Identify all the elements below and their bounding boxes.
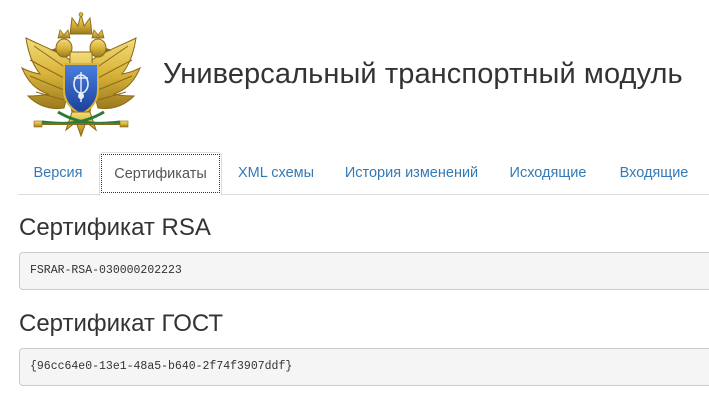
tab-incoming[interactable]: Входящие: [604, 152, 704, 195]
tab-xml-schemas-label: XML схемы: [237, 165, 315, 181]
tab-certificates[interactable]: Сертификаты: [99, 152, 222, 196]
page: Универсальный транспортный модуль Версия…: [0, 0, 709, 405]
rsa-certificate-value: FSRAR-RSA-030000202223: [19, 252, 709, 290]
page-title: Универсальный транспортный модуль: [163, 58, 683, 90]
tab-change-history-label: История изменений: [344, 165, 479, 181]
rsa-certificate-heading: Сертификат RSA: [19, 214, 211, 241]
tab-xml-schemas[interactable]: XML схемы: [224, 152, 328, 195]
tab-incoming-label: Входящие: [619, 165, 689, 181]
tab-change-history[interactable]: История изменений: [330, 152, 493, 195]
gost-certificate-value: {96cc64e0-13e1-48a5-b640-2f74f3907ddf}: [19, 348, 709, 386]
gost-certificate-heading: Сертификат ГОСТ: [19, 310, 224, 337]
nav-tabs: Версия Сертификаты XML схемы История изм…: [18, 152, 709, 196]
tab-outgoing[interactable]: Исходящие: [494, 152, 602, 195]
tab-version-label: Версия: [33, 165, 83, 181]
tab-outgoing-label: Исходящие: [509, 165, 587, 181]
tab-version[interactable]: Версия: [18, 152, 98, 195]
tab-certificates-label: Сертификаты: [114, 166, 207, 182]
double-headed-eagle-emblem-icon: [21, 12, 141, 138]
header: Универсальный транспортный модуль: [0, 0, 709, 150]
